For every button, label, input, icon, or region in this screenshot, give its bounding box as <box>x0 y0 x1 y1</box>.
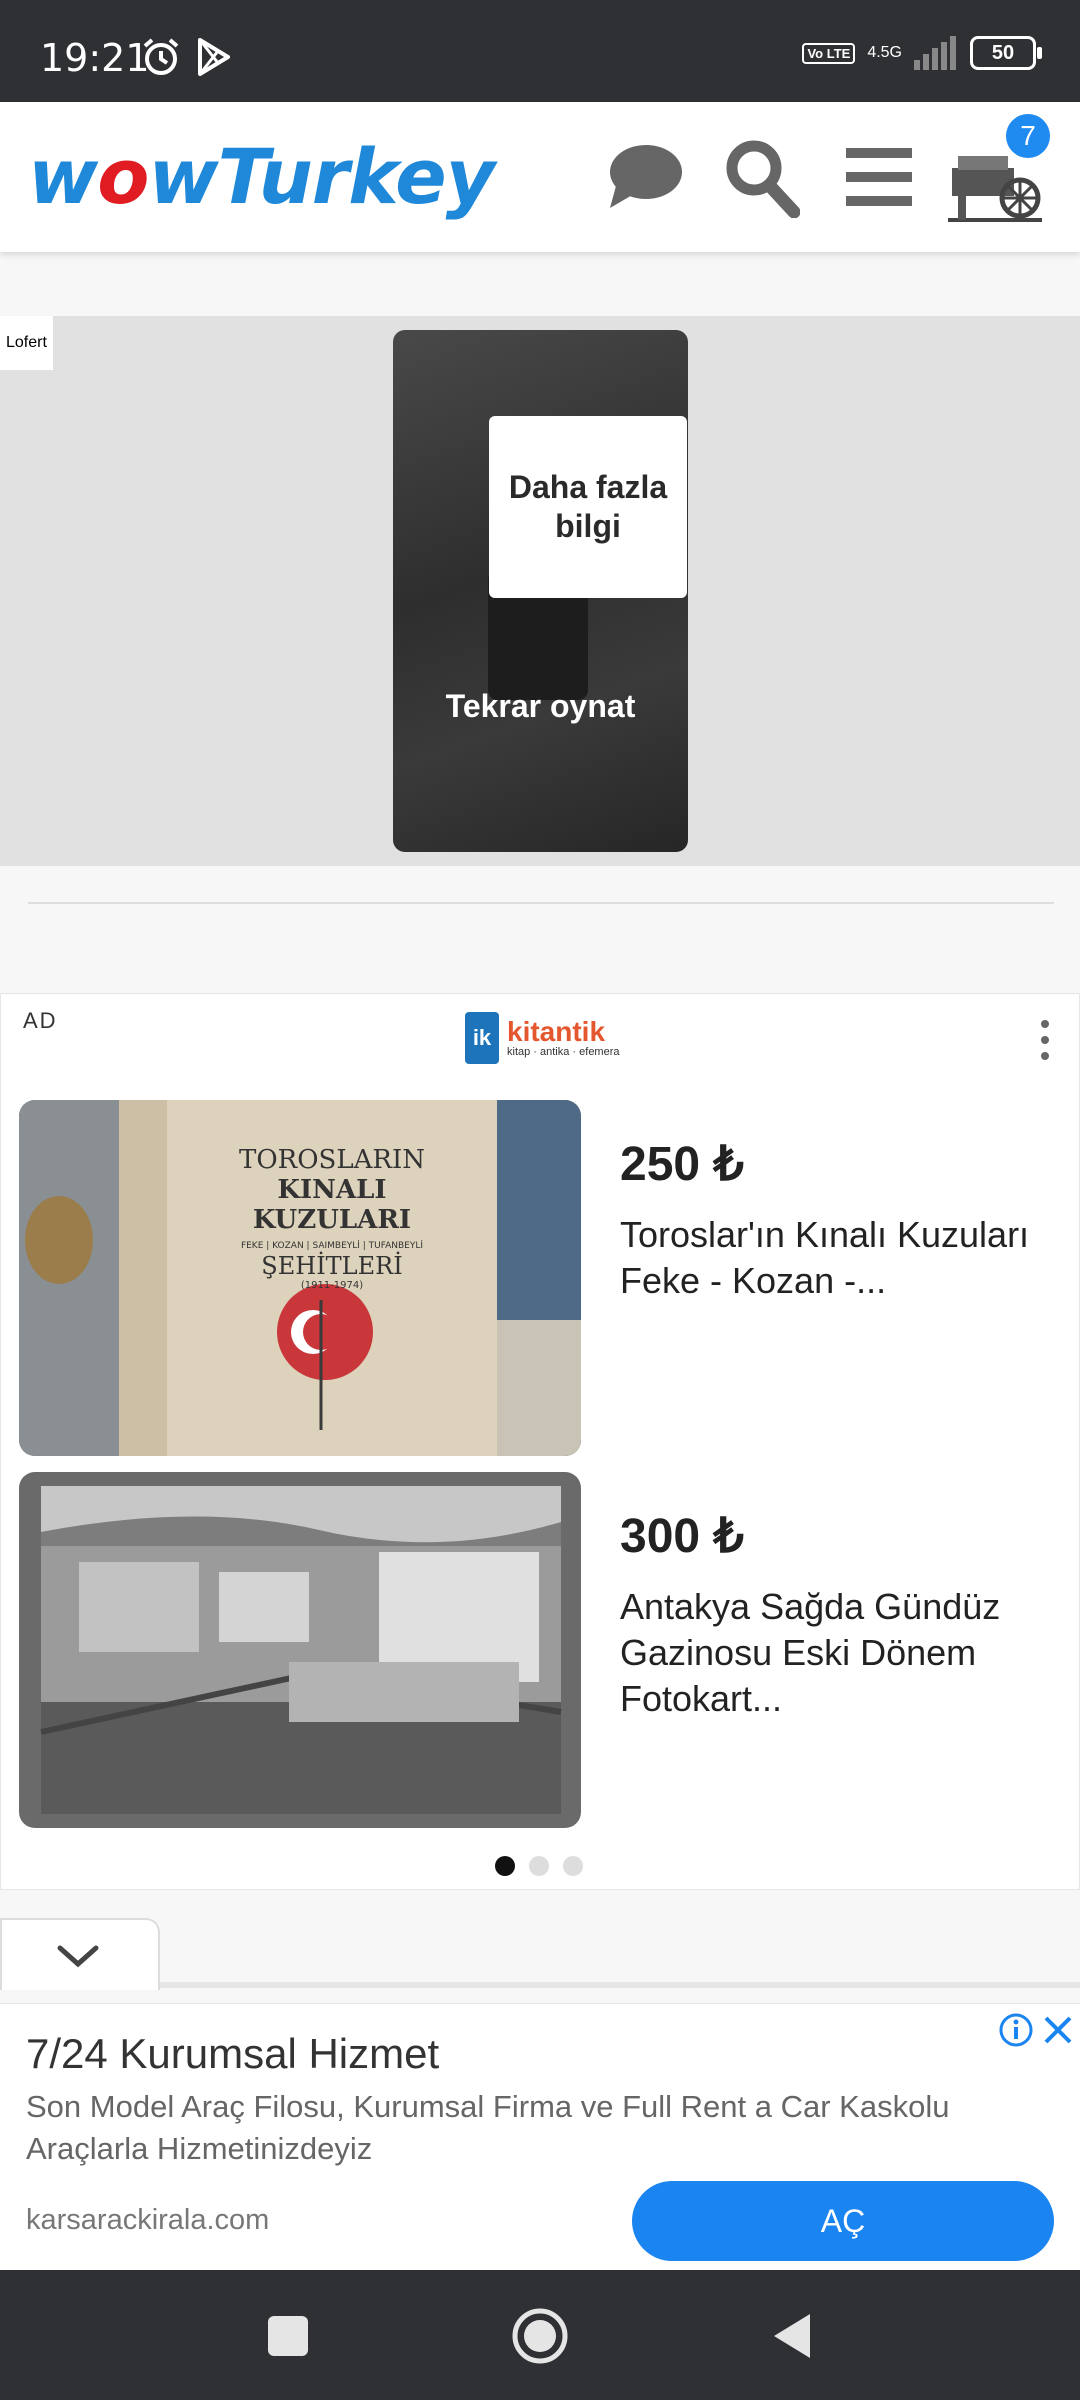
svg-text:KUZULARI: KUZULARI <box>253 1205 411 1235</box>
recents-icon[interactable] <box>266 2314 310 2358</box>
site-logo[interactable]: wowTurkey <box>28 132 495 221</box>
product-image-photocard[interactable] <box>19 1472 581 1828</box>
product-item[interactable]: 300 ₺ Antakya Sağda Gündüz Gazinosu Eski… <box>19 1472 1069 1828</box>
play-store-icon <box>198 38 230 76</box>
open-button[interactable]: AÇ <box>632 2181 1054 2261</box>
chevron-down-icon <box>57 1945 99 1968</box>
svg-text:FEKE | KOZAN | SAIMBEYLİ | TUF: FEKE | KOZAN | SAIMBEYLİ | TUFANBEYLİ <box>241 1240 423 1251</box>
network-type: 4.5G <box>867 44 902 61</box>
product-title[interactable]: Antakya Sağda Gündüz Gazinosu Eski Dönem… <box>620 1584 1040 1722</box>
section-divider <box>28 902 1054 904</box>
product-title[interactable]: Toroslar'ın Kınalı Kuzuları Feke - Kozan… <box>620 1212 1040 1304</box>
svg-text:KINALI: KINALI <box>277 1175 386 1205</box>
battery-icon: 50 <box>970 36 1042 70</box>
carousel-dot[interactable] <box>529 1856 549 1876</box>
chat-icon[interactable] <box>608 142 684 212</box>
status-right: Vo LTE 4.5G 50 <box>802 36 1042 70</box>
cart-count-badge: 7 <box>1006 114 1050 158</box>
product-price: 250 ₺ <box>620 1138 744 1191</box>
banner-description: Son Model Araç Filosu, Kurumsal Firma ve… <box>26 2089 950 2166</box>
ad-provider-label[interactable]: Lofert <box>0 316 53 370</box>
info-icon[interactable] <box>998 2012 1034 2048</box>
alarm-icon <box>143 38 179 75</box>
banner-title[interactable]: 7/24 Kurumsal Hizmet <box>26 2030 439 2078</box>
advertiser-tagline: kitap · antika · efemera <box>507 1046 620 1058</box>
status-time: 19:21 <box>40 36 150 80</box>
advertiser-name: kitantik <box>507 1016 606 1047</box>
collapse-toggle[interactable] <box>0 1918 160 1990</box>
system-nav-bar <box>0 2270 1080 2400</box>
status-bar: 19:21 Vo LTE 4.5G 50 <box>0 0 1080 102</box>
search-icon[interactable] <box>724 138 800 218</box>
carousel-dot-active[interactable] <box>495 1856 515 1876</box>
carousel-dots <box>495 1856 583 1876</box>
signal-icon <box>914 36 956 70</box>
svg-text:TOROSLARIN: TOROSLARIN <box>239 1145 425 1175</box>
banner-url[interactable]: karsarackirala.com <box>26 2204 269 2237</box>
banner-ad[interactable]: 7/24 Kurumsal Hizmet Son Model Araç Filo… <box>0 2003 1080 2270</box>
replay-button[interactable]: Tekrar oynat <box>393 686 688 726</box>
close-icon[interactable] <box>1040 2012 1076 2048</box>
volte-indicator: Vo LTE <box>802 42 856 64</box>
home-icon[interactable] <box>510 2306 570 2366</box>
kitantik-mark-icon: ik <box>465 1012 499 1064</box>
back-icon[interactable] <box>770 2310 814 2362</box>
product-item[interactable]: TOROSLARIN KINALI KUZULARI FEKE | KOZAN … <box>19 1100 1069 1456</box>
ad-label: AD <box>23 1008 58 1033</box>
svg-text:ŞEHİTLERİ: ŞEHİTLERİ <box>261 1251 402 1280</box>
product-price: 300 ₺ <box>620 1510 744 1563</box>
product-ad-card[interactable]: AD ik kitantik kitap · antika · efemera … <box>0 993 1080 1890</box>
collapse-divider <box>0 1982 1080 1988</box>
more-vert-icon[interactable] <box>1041 1020 1049 1060</box>
product-image-book[interactable]: TOROSLARIN KINALI KUZULARI FEKE | KOZAN … <box>19 1100 581 1456</box>
site-header: wowTurkey 7 <box>0 102 1080 252</box>
battery-level: 50 <box>991 41 1015 64</box>
menu-icon[interactable] <box>846 146 912 208</box>
advertiser-logo[interactable]: ik kitantik kitap · antika · efemera <box>465 1012 620 1064</box>
more-info-button[interactable]: Daha fazla bilgi <box>489 416 687 598</box>
carousel-dot[interactable] <box>563 1856 583 1876</box>
video-ad-player[interactable]: Daha fazla bilgi Tekrar oynat <box>393 330 688 852</box>
svg-text:(1911-1974): (1911-1974) <box>301 1280 363 1291</box>
